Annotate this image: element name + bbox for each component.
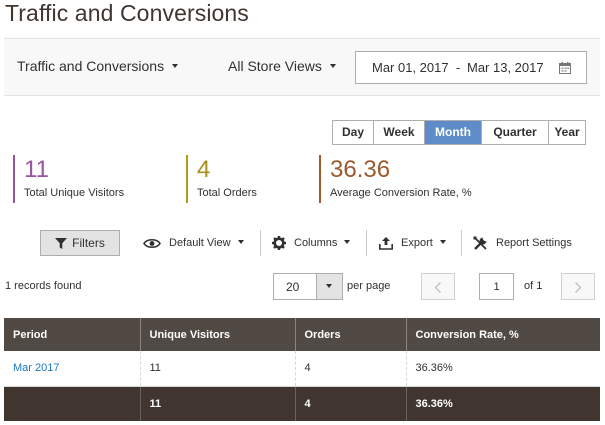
report-type-label: Traffic and Conversions bbox=[17, 58, 165, 74]
chevron-down-icon bbox=[326, 284, 332, 288]
page-number-input[interactable]: 1 bbox=[479, 273, 514, 300]
metric-total-orders: 4 Total Orders bbox=[186, 155, 257, 203]
report-settings-button[interactable]: Report Settings bbox=[473, 230, 572, 256]
date-from: Mar 01, 2017 bbox=[372, 60, 449, 75]
column-header-unique-visitors[interactable]: Unique Visitors bbox=[139, 318, 295, 351]
chevron-down-icon bbox=[172, 64, 179, 69]
store-view-dropdown[interactable]: All Store Views bbox=[228, 58, 336, 74]
chevron-down-icon bbox=[329, 64, 336, 69]
export-icon bbox=[379, 236, 393, 250]
per-page-label: per page bbox=[347, 280, 391, 292]
column-header-period[interactable]: Period bbox=[4, 318, 140, 351]
tab-week[interactable]: Week bbox=[374, 121, 425, 144]
cell-conversion-rate: 36.36% bbox=[405, 351, 600, 387]
calendar-icon[interactable] bbox=[559, 62, 571, 74]
metric-unique-visitors: 11 Total Unique Visitors bbox=[13, 155, 124, 203]
column-header-orders[interactable]: Orders bbox=[294, 318, 406, 351]
cell-unique-visitors: 11 bbox=[139, 351, 295, 387]
toolbar-divider bbox=[260, 230, 261, 256]
metric-label: Average Conversion Rate, % bbox=[330, 187, 472, 199]
per-page-select[interactable]: 20 bbox=[273, 273, 343, 300]
column-header-conversion-rate[interactable]: Conversion Rate, % bbox=[405, 318, 600, 351]
date-range-picker[interactable]: Mar 01, 2017 - Mar 13, 2017 bbox=[355, 51, 587, 84]
metric-value: 4 bbox=[197, 156, 211, 183]
filters-label: Filters bbox=[72, 236, 105, 250]
report-type-dropdown[interactable]: Traffic and Conversions bbox=[17, 58, 179, 74]
default-view-dropdown[interactable]: Default View bbox=[143, 230, 244, 256]
tab-day[interactable]: Day bbox=[333, 121, 374, 144]
toolbar-divider bbox=[461, 230, 462, 256]
metric-value: 11 bbox=[24, 156, 49, 183]
total-period bbox=[4, 386, 140, 421]
tab-year[interactable]: Year bbox=[549, 121, 585, 144]
chevron-left-icon bbox=[434, 282, 442, 293]
table-row: Mar 2017 11 4 36.36% bbox=[4, 351, 600, 387]
gear-icon bbox=[272, 236, 286, 250]
metric-label: Total Orders bbox=[197, 187, 257, 199]
records-found: 1 records found bbox=[5, 280, 82, 292]
next-page-button[interactable] bbox=[561, 273, 595, 300]
filter-icon bbox=[55, 237, 68, 249]
period-link[interactable]: Mar 2017 bbox=[13, 362, 59, 374]
tab-quarter[interactable]: Quarter bbox=[482, 121, 549, 144]
previous-page-button[interactable] bbox=[421, 273, 455, 300]
chevron-down-icon bbox=[439, 240, 446, 244]
totals-row: 11 4 36.36% bbox=[4, 386, 600, 421]
per-page-toggle[interactable] bbox=[316, 274, 342, 299]
date-to: Mar 13, 2017 bbox=[467, 60, 544, 75]
chevron-down-icon bbox=[344, 240, 351, 244]
report-toolbar: Traffic and Conversions All Store Views … bbox=[4, 38, 600, 96]
total-orders: 4 bbox=[294, 386, 406, 421]
export-dropdown[interactable]: Export bbox=[379, 230, 446, 256]
default-view-label: Default View bbox=[169, 237, 231, 249]
eye-icon bbox=[143, 238, 161, 248]
metric-conversion-rate: 36.36 Average Conversion Rate, % bbox=[319, 155, 472, 203]
chevron-right-icon bbox=[574, 282, 582, 293]
metric-label: Total Unique Visitors bbox=[24, 187, 125, 199]
table-header-row: Period Unique Visitors Orders Conversion… bbox=[4, 318, 600, 351]
total-conversion-rate: 36.36% bbox=[405, 386, 600, 421]
date-separator: - bbox=[456, 60, 461, 75]
report-grid: Period Unique Visitors Orders Conversion… bbox=[4, 318, 600, 421]
per-page-value: 20 bbox=[286, 280, 300, 294]
columns-dropdown[interactable]: Columns bbox=[272, 230, 351, 256]
columns-label: Columns bbox=[294, 237, 338, 249]
toolbar-divider bbox=[366, 230, 367, 256]
total-unique-visitors: 11 bbox=[139, 386, 295, 421]
metric-value: 36.36 bbox=[330, 156, 391, 183]
chevron-down-icon bbox=[237, 240, 244, 244]
report-settings-label: Report Settings bbox=[496, 237, 572, 249]
tab-month[interactable]: Month bbox=[425, 121, 482, 144]
cell-period[interactable]: Mar 2017 bbox=[4, 351, 140, 387]
tools-icon bbox=[473, 236, 487, 250]
period-tabs: Day Week Month Quarter Year bbox=[332, 120, 586, 145]
page-title: Traffic and Conversions bbox=[5, 0, 249, 26]
page-total: of 1 bbox=[524, 280, 543, 292]
store-view-label: All Store Views bbox=[228, 58, 322, 74]
export-label: Export bbox=[401, 237, 433, 249]
cell-orders: 4 bbox=[294, 351, 406, 387]
filters-button[interactable]: Filters bbox=[40, 230, 120, 256]
